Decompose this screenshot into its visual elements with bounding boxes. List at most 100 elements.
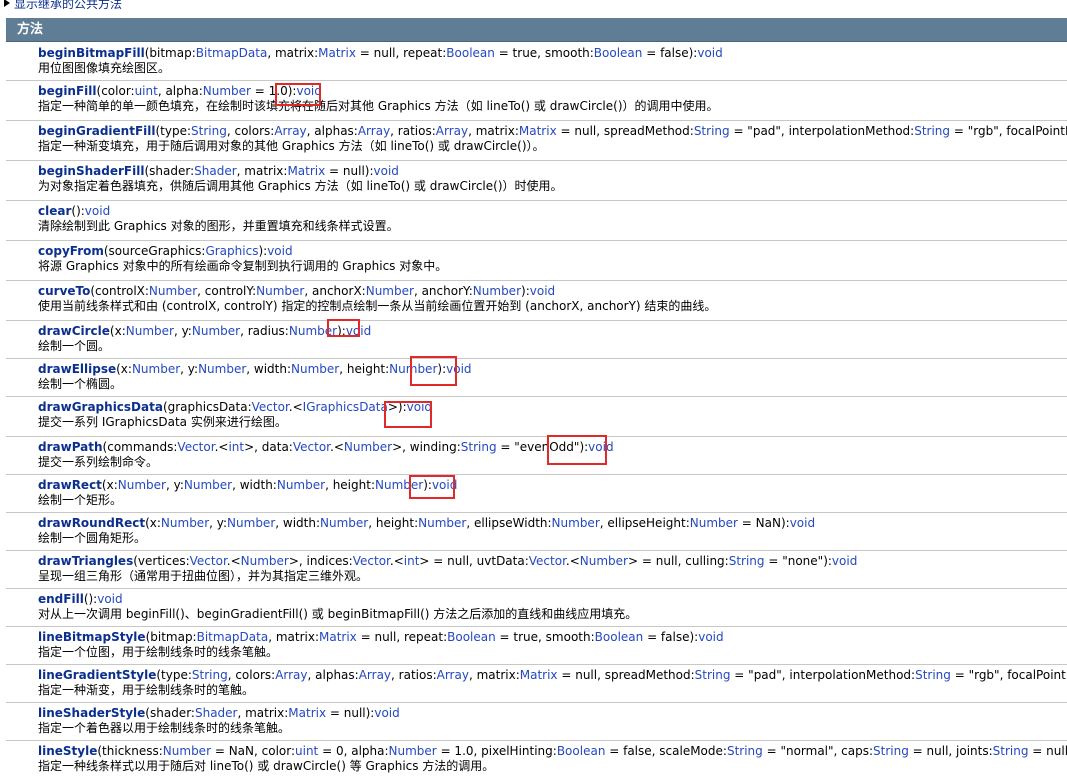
method-name-link[interactable]: beginBitmapFill — [38, 46, 145, 60]
type-link[interactable]: Vector — [293, 440, 330, 454]
type-link[interactable]: int — [228, 440, 244, 454]
type-link[interactable]: Number — [132, 362, 180, 376]
type-link[interactable]: String — [192, 668, 228, 682]
method-name-link[interactable]: drawGraphicsData — [38, 400, 163, 414]
type-link[interactable]: Graphics — [205, 244, 258, 258]
type-link[interactable]: Number — [344, 440, 392, 454]
type-link[interactable]: void — [698, 630, 723, 644]
type-link[interactable]: uint — [135, 84, 158, 98]
method-name-link[interactable]: copyFrom — [38, 244, 104, 258]
show-inherited-methods-label[interactable]: 显示继承的公共方法 — [14, 0, 122, 11]
type-link[interactable]: Number — [161, 516, 209, 530]
type-link[interactable]: Number — [291, 362, 339, 376]
type-link[interactable]: Matrix — [519, 124, 557, 138]
method-name-link[interactable]: drawPath — [38, 440, 103, 454]
method-description: 提交一系列绘制命令。 — [38, 455, 159, 469]
type-link[interactable]: Boolean — [594, 46, 643, 60]
type-link[interactable]: Number — [366, 284, 414, 298]
type-link[interactable]: Boolean — [595, 630, 644, 644]
type-link[interactable]: Number — [389, 744, 437, 758]
type-link[interactable]: String — [694, 124, 730, 138]
method-name-link[interactable]: lineBitmapStyle — [38, 630, 146, 644]
method-name-link[interactable]: clear — [38, 204, 71, 218]
type-link[interactable]: String — [915, 668, 951, 682]
method-name-link[interactable]: drawRoundRect — [38, 516, 145, 530]
type-link[interactable]: void — [85, 204, 110, 218]
type-link[interactable]: void — [374, 164, 399, 178]
type-link[interactable]: String — [729, 554, 765, 568]
type-link[interactable]: String — [191, 124, 227, 138]
type-link[interactable]: Number — [184, 478, 232, 492]
method-name-link[interactable]: drawRect — [38, 478, 102, 492]
type-link[interactable]: Array — [437, 668, 469, 682]
type-link[interactable]: Vector — [190, 554, 227, 568]
type-link[interactable]: Number — [203, 84, 251, 98]
type-link[interactable]: Array — [359, 668, 391, 682]
type-link[interactable]: Number — [241, 554, 289, 568]
method-name-link[interactable]: lineStyle — [38, 744, 97, 758]
type-link[interactable]: String — [461, 440, 497, 454]
method-name-link[interactable]: lineShaderStyle — [38, 706, 145, 720]
type-link[interactable]: IGraphicsData — [303, 400, 388, 414]
type-link[interactable]: Boolean — [446, 46, 495, 60]
type-link[interactable]: void — [97, 592, 122, 606]
type-link[interactable]: String — [727, 744, 763, 758]
type-link[interactable]: Number — [227, 516, 275, 530]
show-inherited-methods-link[interactable]: 显示继承的公共方法 — [4, 0, 122, 11]
type-link[interactable]: Number — [126, 324, 174, 338]
type-link[interactable]: Matrix — [288, 706, 326, 720]
type-link[interactable]: Array — [275, 668, 307, 682]
method-name-link[interactable]: drawTriangles — [38, 554, 133, 568]
type-link[interactable]: Number — [198, 362, 246, 376]
type-link[interactable]: Matrix — [318, 46, 356, 60]
type-link[interactable]: Vector — [177, 440, 214, 454]
method-name-link[interactable]: beginGradientFill — [38, 124, 156, 138]
type-link[interactable]: Number — [320, 516, 368, 530]
type-link[interactable]: Number — [580, 554, 628, 568]
type-link[interactable]: BitmapData — [197, 630, 269, 644]
type-link[interactable]: Matrix — [287, 164, 325, 178]
type-link[interactable]: Vector — [252, 400, 289, 414]
method-name-link[interactable]: endFill — [38, 592, 84, 606]
type-link[interactable]: Number — [192, 324, 240, 338]
method-name-link[interactable]: beginFill — [38, 84, 97, 98]
method-name-link[interactable]: drawCircle — [38, 324, 110, 338]
type-link[interactable]: int — [404, 554, 420, 568]
type-link[interactable]: Matrix — [520, 668, 558, 682]
type-link[interactable]: String — [873, 744, 909, 758]
method-name-link[interactable]: beginShaderFill — [38, 164, 144, 178]
type-link[interactable]: Shader — [194, 164, 237, 178]
type-link[interactable]: Vector — [529, 554, 566, 568]
type-link[interactable]: Number — [256, 284, 304, 298]
type-link[interactable]: Array — [436, 124, 468, 138]
type-link[interactable]: Number — [418, 516, 466, 530]
type-link[interactable]: Number — [690, 516, 738, 530]
method-name-link[interactable]: drawEllipse — [38, 362, 116, 376]
type-link[interactable]: Number — [149, 284, 197, 298]
type-link[interactable]: Number — [118, 478, 166, 492]
type-link[interactable]: Shader — [195, 706, 238, 720]
type-link[interactable]: Array — [358, 124, 390, 138]
type-link[interactable]: String — [993, 744, 1029, 758]
type-link[interactable]: Number — [277, 478, 325, 492]
type-link[interactable]: Array — [274, 124, 306, 138]
type-link[interactable]: void — [832, 554, 857, 568]
type-link[interactable]: BitmapData — [196, 46, 268, 60]
type-link[interactable]: Number — [473, 284, 521, 298]
type-link[interactable]: void — [267, 244, 292, 258]
type-link[interactable]: Boolean — [557, 744, 606, 758]
type-link[interactable]: void — [697, 46, 722, 60]
type-link[interactable]: uint — [295, 744, 318, 758]
type-link[interactable]: Number — [163, 744, 211, 758]
type-link[interactable]: void — [790, 516, 815, 530]
type-link[interactable]: Vector — [353, 554, 390, 568]
type-link[interactable]: Boolean — [447, 630, 496, 644]
type-link[interactable]: void — [374, 706, 399, 720]
type-link[interactable]: String — [695, 668, 731, 682]
type-link[interactable]: Number — [552, 516, 600, 530]
type-link[interactable]: Matrix — [319, 630, 357, 644]
method-name-link[interactable]: curveTo — [38, 284, 90, 298]
type-link[interactable]: String — [914, 124, 950, 138]
type-link[interactable]: void — [530, 284, 555, 298]
method-name-link[interactable]: lineGradientStyle — [38, 668, 156, 682]
